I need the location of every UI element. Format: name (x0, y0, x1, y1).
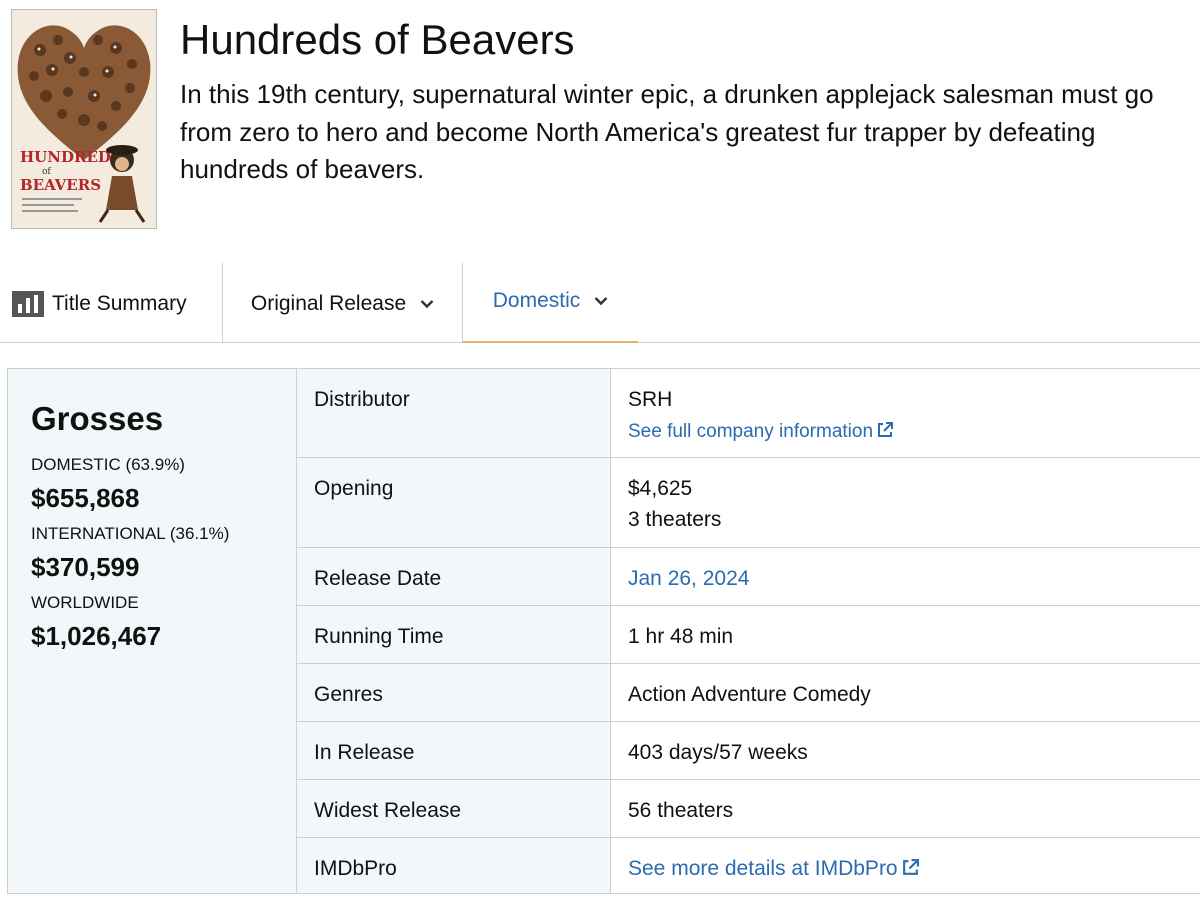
table-row-running-time: Running Time 1 hr 48 min (297, 606, 1200, 664)
widest-release-label: Widest Release (297, 780, 611, 837)
grosses-heading: Grosses (31, 400, 164, 437)
domestic-gross-value: $655,868 (31, 483, 140, 513)
poster-artwork: HUNDREDS of BEAVERS (12, 10, 156, 228)
svg-text:BEAVERS: BEAVERS (20, 176, 101, 194)
running-time-label: Running Time (297, 606, 611, 663)
table-row-genres: Genres Action Adventure Comedy (297, 664, 1200, 722)
tab-original-release-label: Original Release (250, 291, 407, 315)
in-release-label: In Release (297, 722, 611, 779)
imdbpro-link-text: See more details at IMDbPro (628, 857, 898, 880)
grosses-box: Grosses DOMESTIC (63.9%) $655,868 INTERN… (8, 369, 297, 893)
tab-original-release[interactable]: Original Release (222, 263, 462, 342)
table-row-release-date: Release Date Jan 26, 2024 (297, 548, 1200, 606)
international-gross-value: $370,599 (31, 552, 140, 582)
external-link-icon (901, 858, 920, 877)
genres-label: Genres (297, 664, 611, 721)
widest-release-value: 56 theaters (628, 799, 734, 822)
tab-title-summary-label: Title Summary (52, 291, 187, 315)
movie-synopsis: In this 19th century, supernatural winte… (180, 79, 1154, 184)
worldwide-gross-value: $1,026,467 (31, 621, 162, 651)
distributor-value-cell: SRH See full company information (611, 369, 1200, 457)
tab-domestic-label: Domestic (492, 288, 581, 312)
genres-value: Action Adventure Comedy (628, 683, 871, 706)
chevron-down-icon (594, 296, 608, 306)
opening-theaters: 3 theaters (628, 508, 722, 531)
company-info-link-text: See full company information (628, 421, 874, 442)
distributor-value: SRH (628, 388, 673, 411)
imdbpro-link[interactable]: See more details at IMDbPro (628, 857, 920, 880)
table-row-opening: Opening $4,625 3 theaters (297, 458, 1200, 548)
opening-value-cell: $4,625 3 theaters (611, 458, 1200, 547)
imdbpro-label: IMDbPro (297, 838, 611, 893)
page-title: Hundreds of Beavers (180, 16, 575, 63)
table-row-in-release: In Release 403 days/57 weeks (297, 722, 1200, 780)
domestic-gross-label: DOMESTIC (63.9%) (31, 455, 185, 474)
company-info-link[interactable]: See full company information (628, 421, 894, 442)
worldwide-gross-label: WORLDWIDE (31, 593, 139, 612)
in-release-value: 403 days/57 weeks (628, 741, 808, 764)
release-tabs: Title Summary Original Release Domestic (0, 263, 1200, 343)
tab-title-summary[interactable]: Title Summary (12, 263, 221, 342)
bar-chart-icon (12, 290, 44, 317)
release-date-link[interactable]: Jan 26, 2024 (628, 567, 749, 590)
table-row-imdbpro: IMDbPro See more details at IMDbPro (297, 838, 1200, 893)
release-summary-panel: Grosses DOMESTIC (63.9%) $655,868 INTERN… (7, 368, 1200, 894)
external-link-icon (876, 421, 894, 439)
opening-label: Opening (297, 458, 611, 547)
international-gross-label: INTERNATIONAL (36.1%) (31, 524, 230, 543)
table-row-widest-release: Widest Release 56 theaters (297, 780, 1200, 838)
opening-gross: $4,625 (628, 477, 693, 500)
movie-poster[interactable]: HUNDREDS of BEAVERS (11, 9, 157, 229)
tab-domestic[interactable]: Domestic (462, 263, 638, 343)
release-date-label: Release Date (297, 548, 611, 605)
table-row-distributor: Distributor SRH See full company informa… (297, 369, 1200, 458)
running-time-value: 1 hr 48 min (628, 625, 734, 648)
distributor-label: Distributor (297, 369, 611, 457)
chevron-down-icon (420, 299, 434, 309)
release-date-value-cell: Jan 26, 2024 (611, 548, 1200, 605)
imdbpro-value-cell: See more details at IMDbPro (611, 838, 1200, 893)
